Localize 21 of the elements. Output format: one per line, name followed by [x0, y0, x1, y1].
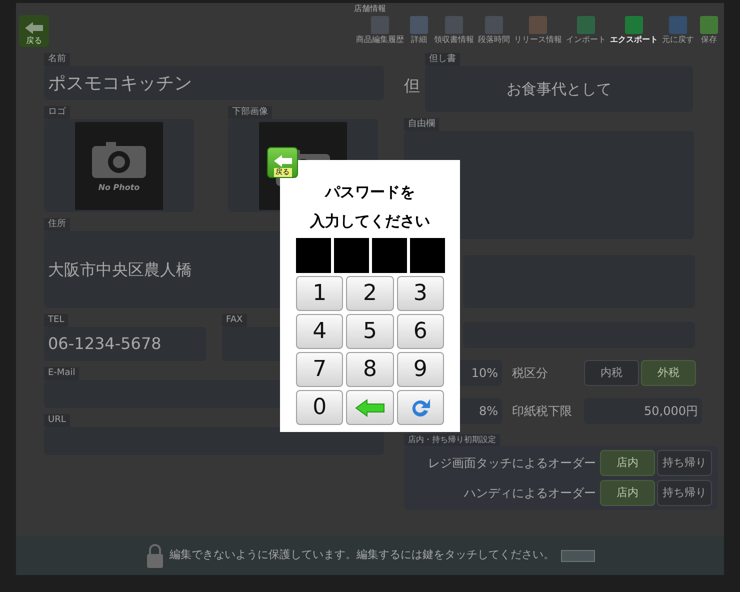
tax-label: 印紙税下限 [512, 403, 573, 420]
field-label: 自由欄 [404, 118, 439, 131]
field-label: FAX [222, 314, 247, 327]
field-label: TEL [44, 314, 68, 327]
field-label: 但し書 [425, 53, 460, 66]
no-photo-text: No Photo [98, 182, 140, 194]
prefix-text: 但 [404, 75, 420, 97]
order-label: ハンディによるオーダー [464, 485, 596, 502]
section-label: 店内・持ち帰り初期設定 [404, 434, 500, 446]
field-label: 住所 [44, 218, 70, 231]
tax-label: 税区分 [512, 365, 549, 382]
field-label: URL [44, 414, 70, 427]
dialog-title: パスワードを [325, 182, 415, 203]
window-title: 店舗情報 [354, 3, 386, 15]
field-label: ロゴ [44, 106, 70, 119]
dialog-title: 入力してください [310, 211, 430, 232]
field-label: E-Mail [44, 367, 80, 380]
field-label: 名前 [44, 53, 70, 66]
lock-message: 編集できないように保護しています。編集するには鍵をタッチしてください。 [170, 547, 554, 564]
field-label: 下部画像 [228, 106, 272, 119]
order-label: レジ画面タッチによるオーダー [428, 455, 596, 472]
